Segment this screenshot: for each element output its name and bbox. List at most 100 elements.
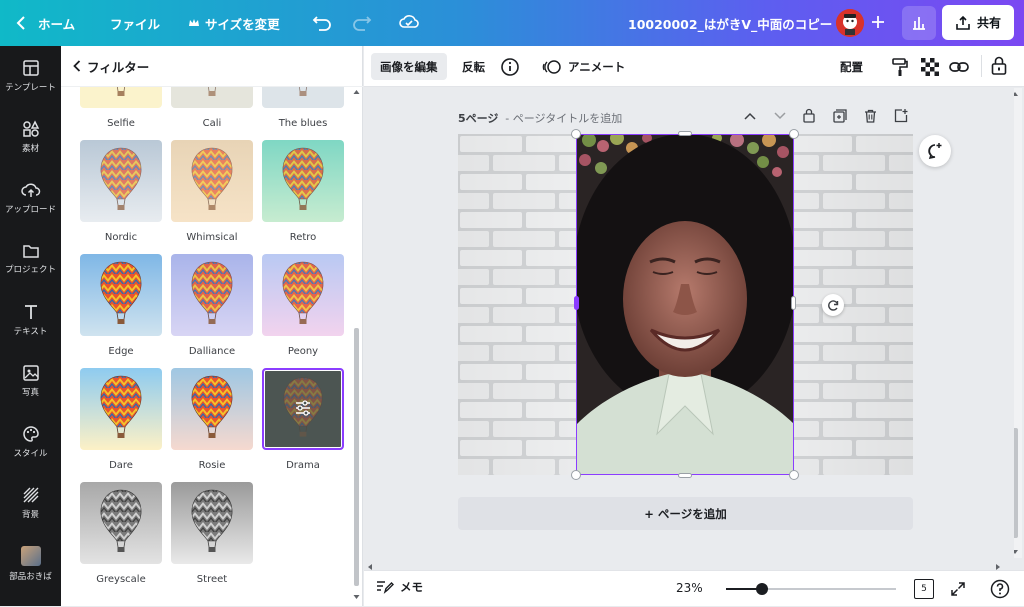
position-button[interactable]: 配置 bbox=[840, 53, 863, 80]
delete-page-icon[interactable] bbox=[864, 109, 877, 123]
filter-label: Retro bbox=[289, 232, 317, 243]
sidebar-item-templates[interactable]: テンプレート bbox=[0, 48, 61, 104]
page-grid-view-button[interactable]: 5 bbox=[914, 579, 934, 599]
panel-scrollbar[interactable] bbox=[352, 88, 361, 603]
zoom-slider[interactable] bbox=[726, 583, 896, 595]
home-label: ホーム bbox=[38, 16, 76, 32]
sidebar-item-label: プロジェクト bbox=[4, 265, 56, 275]
page-title-input[interactable]: - ページタイトルを追加 bbox=[505, 112, 622, 125]
link-icon[interactable] bbox=[949, 58, 969, 76]
adjust-sliders-icon[interactable] bbox=[294, 399, 312, 417]
folder-icon bbox=[22, 245, 39, 258]
sidebar-item-text[interactable]: テキスト bbox=[0, 292, 61, 348]
filter-panel-header: フィルター bbox=[61, 46, 363, 87]
filter-grid: Selfie Cali The blues Nordic Whimsical R… bbox=[61, 87, 351, 606]
portrait-photo-image bbox=[577, 134, 794, 475]
resize-handle-bottom[interactable] bbox=[678, 473, 692, 478]
help-icon[interactable] bbox=[990, 579, 1010, 599]
selected-photo[interactable] bbox=[577, 134, 794, 475]
lock-icon[interactable] bbox=[991, 56, 1007, 76]
palette-icon bbox=[22, 426, 39, 442]
folder-thumbnail-icon bbox=[20, 546, 41, 566]
text-t-icon bbox=[24, 305, 37, 319]
undo-icon[interactable] bbox=[312, 13, 332, 31]
user-avatar[interactable] bbox=[836, 9, 864, 37]
animate-button[interactable]: アニメート bbox=[542, 53, 625, 80]
home-button[interactable]: ホーム bbox=[16, 0, 75, 46]
filter-dalliance[interactable]: Dalliance bbox=[171, 254, 253, 357]
flip-label: 反転 bbox=[462, 59, 485, 74]
filter-cali[interactable]: Cali bbox=[171, 87, 253, 129]
chevron-up-icon[interactable] bbox=[744, 112, 756, 120]
sidebar-item-elements[interactable]: 素材 bbox=[0, 109, 61, 165]
share-button[interactable]: 共有 bbox=[942, 5, 1014, 40]
back-chevron-icon[interactable] bbox=[73, 60, 81, 72]
page-header: 5ページ - ページタイトルを追加 bbox=[458, 110, 622, 126]
add-comment-icon[interactable] bbox=[919, 135, 951, 167]
file-menu-button[interactable]: ファイル bbox=[110, 0, 160, 46]
resize-handle-bottom-right[interactable] bbox=[789, 470, 799, 480]
add-page-icon[interactable] bbox=[894, 108, 908, 123]
insights-chart-icon[interactable] bbox=[902, 6, 936, 40]
filter-nordic[interactable]: Nordic bbox=[80, 140, 162, 243]
notes-button[interactable]: メモ bbox=[376, 579, 423, 595]
duplicate-page-icon[interactable] bbox=[833, 109, 847, 123]
filter-selfie[interactable]: Selfie bbox=[80, 87, 162, 129]
resize-label: サイズを変更 bbox=[205, 16, 280, 32]
sidebar-item-parts-storage[interactable]: 部品おきば bbox=[0, 536, 61, 592]
sidebar-item-background[interactable]: 背景 bbox=[0, 475, 61, 531]
sidebar-item-styles[interactable]: スタイル bbox=[0, 414, 61, 470]
zoom-level[interactable]: 23% bbox=[676, 581, 703, 595]
cloud-upload-icon bbox=[20, 183, 40, 197]
resize-handle-bottom-left[interactable] bbox=[571, 470, 581, 480]
flip-button[interactable]: 反転 bbox=[462, 53, 485, 80]
notes-icon bbox=[376, 579, 394, 595]
cloud-saved-icon[interactable] bbox=[398, 12, 420, 32]
document-title-text: 10020002_はがきV_中面のコピー bbox=[628, 16, 833, 32]
transparency-icon[interactable] bbox=[921, 58, 939, 76]
filter-dare[interactable]: Dare bbox=[80, 368, 162, 471]
photo-icon bbox=[22, 365, 39, 381]
elements-shapes-icon bbox=[22, 120, 39, 137]
rotate-handle-icon[interactable] bbox=[822, 294, 844, 316]
sidebar-item-projects[interactable]: プロジェクト bbox=[0, 231, 61, 287]
chevron-down-icon[interactable] bbox=[774, 112, 786, 120]
filter-rosie[interactable]: Rosie bbox=[171, 368, 253, 471]
filter-label: Whimsical bbox=[186, 232, 238, 243]
filter-peony[interactable]: Peony bbox=[262, 254, 344, 357]
chevron-left-icon bbox=[16, 16, 26, 30]
filter-greyscale[interactable]: Greyscale bbox=[80, 482, 162, 585]
zoom-slider-thumb[interactable] bbox=[756, 583, 768, 595]
design-page[interactable] bbox=[458, 134, 913, 475]
edit-image-button[interactable]: 画像を編集 bbox=[371, 53, 447, 80]
info-icon[interactable] bbox=[500, 57, 520, 77]
document-title[interactable]: 10020002_はがきV_中面のコピー bbox=[628, 0, 832, 46]
fullscreen-icon[interactable] bbox=[950, 581, 966, 597]
resize-handle-top-left[interactable] bbox=[571, 129, 581, 139]
animate-label: アニメート bbox=[568, 59, 626, 74]
paint-roller-icon[interactable] bbox=[891, 57, 909, 77]
resize-handle-left[interactable] bbox=[574, 296, 579, 310]
filter-the-blues[interactable]: The blues bbox=[262, 87, 344, 129]
add-collaborator-icon[interactable] bbox=[870, 14, 886, 30]
filter-street[interactable]: Street bbox=[171, 482, 253, 585]
filter-whimsical[interactable]: Whimsical bbox=[171, 140, 253, 243]
resize-handle-top[interactable] bbox=[678, 131, 692, 136]
sidebar-item-photos[interactable]: 写真 bbox=[0, 353, 61, 409]
add-page-button[interactable]: + ページを追加 bbox=[458, 497, 913, 530]
resize-handle-top-right[interactable] bbox=[789, 129, 799, 139]
filter-drama[interactable]: Drama bbox=[262, 368, 344, 471]
add-page-label: + ページを追加 bbox=[644, 506, 727, 521]
filter-retro[interactable]: Retro bbox=[262, 140, 344, 243]
share-label: 共有 bbox=[976, 16, 1001, 30]
page-lock-icon[interactable] bbox=[803, 108, 815, 123]
resize-handle-right[interactable] bbox=[791, 296, 796, 310]
filter-edge[interactable]: Edge bbox=[80, 254, 162, 357]
redo-icon[interactable] bbox=[352, 13, 372, 31]
position-label: 配置 bbox=[840, 59, 863, 74]
resize-button[interactable]: サイズを変更 bbox=[188, 0, 280, 46]
page-count: 5 bbox=[921, 584, 927, 594]
background-pattern-icon bbox=[23, 487, 38, 503]
filter-label: Cali bbox=[202, 118, 222, 129]
sidebar-item-uploads[interactable]: アップロード bbox=[0, 170, 61, 226]
